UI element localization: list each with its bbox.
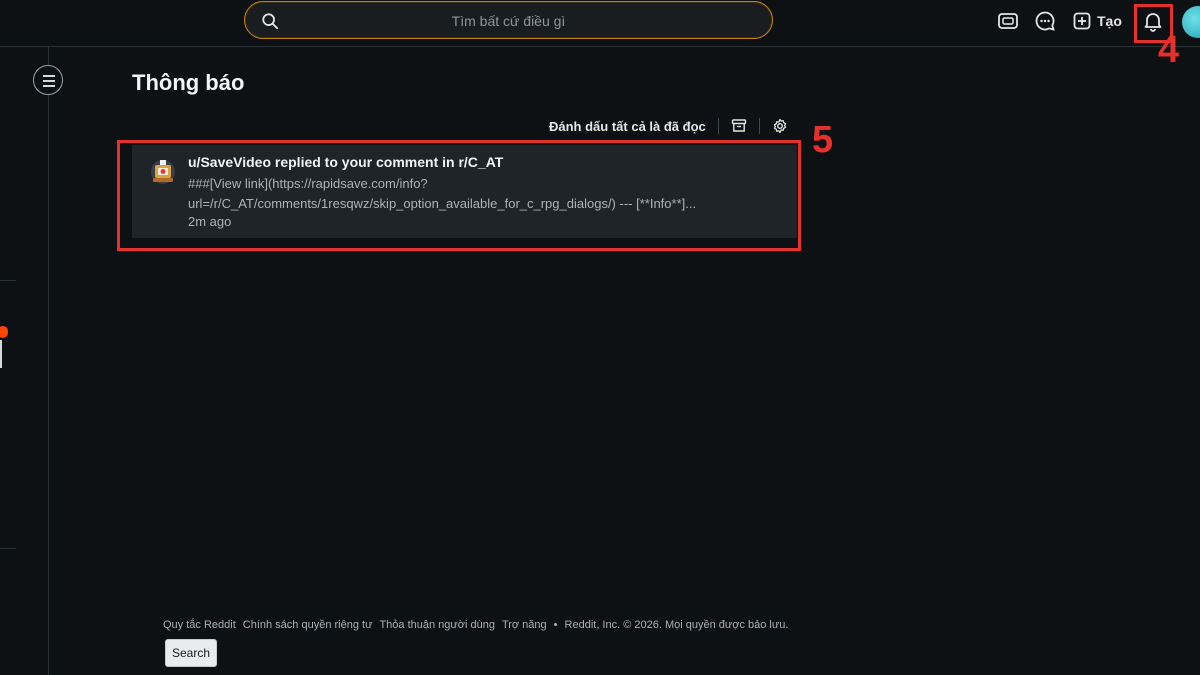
search-placeholder: Tìm bất cứ điều gì <box>451 13 566 29</box>
top-header: Tìm bất cứ điều gì Tạo <box>0 0 1200 47</box>
notification-highlight-box <box>117 140 801 251</box>
rail-divider <box>0 280 16 281</box>
page-title: Thông báo <box>132 70 245 95</box>
advertise-icon[interactable] <box>997 10 1019 32</box>
notification-actions: Đánh dấu tất cả là đã đọc <box>549 116 788 136</box>
footer-link-rules[interactable]: Quy tắc Reddit <box>163 619 236 631</box>
footer: Quy tắc Reddit Chính sách quyền riêng tư… <box>163 619 788 631</box>
menu-toggle-button[interactable] <box>33 65 63 95</box>
footer-link-accessibility[interactable]: Trợ năng <box>502 619 547 631</box>
rail-divider <box>0 548 16 549</box>
menu-icon <box>43 75 55 77</box>
mark-all-read-button[interactable]: Đánh dấu tất cả là đã đọc <box>549 119 706 134</box>
create-plus-icon <box>1073 12 1091 30</box>
annotation-number-5: 5 <box>812 119 834 161</box>
menu-icon-line <box>43 85 55 87</box>
menu-icon-line <box>43 80 55 82</box>
divider <box>758 118 760 134</box>
left-rail <box>0 47 49 675</box>
footer-bullet: • <box>553 619 558 631</box>
user-avatar[interactable] <box>1182 6 1200 38</box>
create-label: Tạo <box>1097 13 1122 29</box>
settings-gear-icon[interactable] <box>772 118 788 134</box>
footer-link-user-agreement[interactable]: Thỏa thuận người dùng <box>379 619 495 631</box>
footer-copyright: Reddit, Inc. © 2026. Mọi quyền được bảo … <box>564 619 789 631</box>
rail-scroll-indicator <box>0 340 2 368</box>
divider <box>717 118 719 134</box>
notification-badge <box>0 326 8 338</box>
search-bar[interactable]: Tìm bất cứ điều gì <box>244 1 773 39</box>
footer-link-privacy[interactable]: Chính sách quyền riêng tư <box>243 619 373 631</box>
create-button[interactable]: Tạo <box>1073 10 1122 32</box>
page: Tìm bất cứ điều gì Tạo 4 Thông báo Đánh … <box>0 0 1200 675</box>
footer-search-button[interactable]: Search <box>165 639 217 667</box>
archive-icon[interactable] <box>731 118 747 134</box>
chat-icon[interactable] <box>1034 10 1056 32</box>
annotation-number-4: 4 <box>1158 29 1180 71</box>
